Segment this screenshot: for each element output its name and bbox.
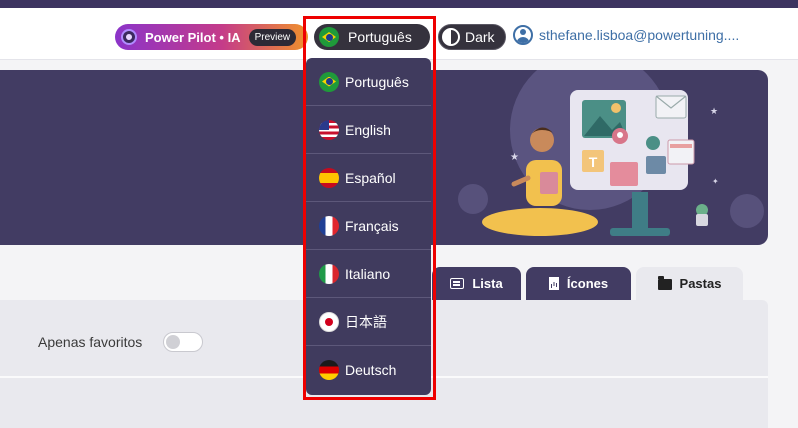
top-accent-strip xyxy=(0,0,798,8)
svg-text:★: ★ xyxy=(510,152,519,163)
flag-it-icon xyxy=(319,263,339,284)
svg-text:★: ★ xyxy=(710,107,718,117)
user-avatar-icon xyxy=(513,25,533,45)
language-option-label: Deutsch xyxy=(345,362,397,378)
language-selector-label: Português xyxy=(348,29,412,45)
favorites-toggle[interactable] xyxy=(163,332,203,352)
user-menu[interactable]: sthefane.lisboa@powertuning.... xyxy=(513,25,739,45)
language-selector-button[interactable]: Português xyxy=(314,24,430,50)
power-pilot-logo-icon xyxy=(121,29,137,45)
contrast-icon xyxy=(442,28,460,46)
document-chart-icon xyxy=(548,277,559,290)
list-icon xyxy=(450,278,465,289)
flag-us-icon xyxy=(319,119,339,140)
svg-text:✦: ✦ xyxy=(712,177,719,186)
language-option-label: Español xyxy=(345,169,396,186)
flag-es-icon xyxy=(319,167,339,188)
theme-toggle-button[interactable]: Dark xyxy=(438,24,506,50)
language-option-portugues[interactable]: Português xyxy=(306,58,431,106)
flag-fr-icon xyxy=(319,215,339,236)
language-option-label: English xyxy=(345,121,391,138)
flag-br-icon xyxy=(319,71,339,92)
language-option-label: Português xyxy=(345,73,409,90)
power-pilot-button[interactable]: Power Pilot • IA Preview xyxy=(115,24,308,50)
tab-pastas[interactable]: Pastas xyxy=(636,267,743,300)
language-dropdown-menu: Português English Español Français Itali… xyxy=(306,58,431,395)
tab-lista-label: Lista xyxy=(472,276,503,291)
user-email: sthefane.lisboa@powertuning.... xyxy=(539,27,740,43)
tab-lista[interactable]: Lista xyxy=(432,267,521,300)
power-pilot-label: Power Pilot • IA xyxy=(145,29,241,45)
preview-badge: Preview xyxy=(248,28,297,46)
theme-toggle-label: Dark xyxy=(465,29,495,45)
language-option-italiano[interactable]: Italiano xyxy=(306,250,431,298)
tab-icones-label: Ícones xyxy=(566,276,609,291)
language-option-japanese[interactable]: 日本語 xyxy=(306,298,431,346)
language-option-deutsch[interactable]: Deutsch xyxy=(306,346,431,394)
language-option-label: Italiano xyxy=(345,265,391,282)
flag-br-icon xyxy=(319,27,339,47)
flag-jp-icon xyxy=(319,311,339,332)
tab-pastas-label: Pastas xyxy=(679,276,722,291)
favorites-filter-label: Apenas favoritos xyxy=(38,334,143,350)
language-option-label: Français xyxy=(345,217,399,234)
language-option-francais[interactable]: Français xyxy=(306,202,431,250)
banner-illustration: T ★ ★ ✦ xyxy=(482,90,719,236)
flag-de-icon xyxy=(319,360,339,380)
tab-icones[interactable]: Ícones xyxy=(526,267,631,300)
svg-text:T: T xyxy=(589,154,598,170)
language-option-espanol[interactable]: Español xyxy=(306,154,431,202)
folder-icon xyxy=(657,276,672,290)
language-option-label: 日本語 xyxy=(345,313,387,330)
language-option-english[interactable]: English xyxy=(306,106,431,154)
